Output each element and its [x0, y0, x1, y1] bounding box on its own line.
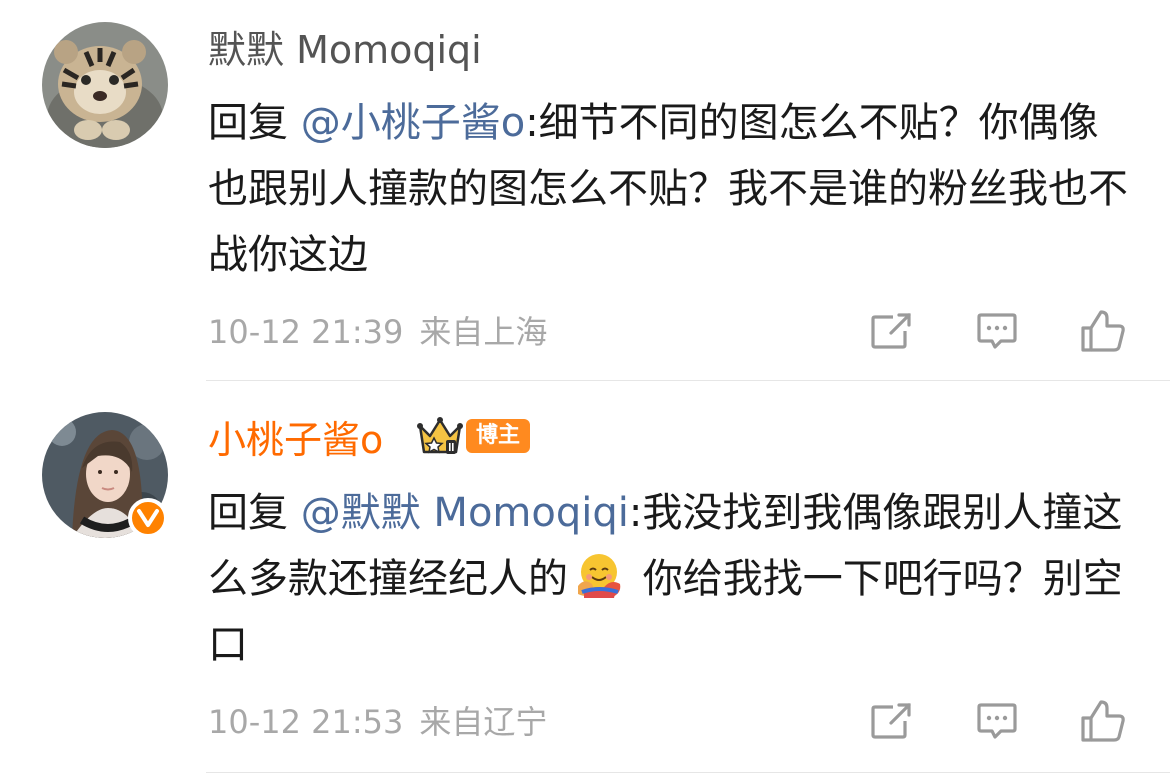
comment-button[interactable] — [968, 306, 1026, 356]
username[interactable]: 小桃子酱o — [208, 414, 383, 466]
like-button[interactable] — [1074, 696, 1132, 746]
comment-text: 回复 @小桃子酱o:细节不同的图怎么不贴？你偶像也跟别人撞款的图怎么不贴？我不是… — [208, 90, 1138, 288]
mention-link[interactable]: @默默 Momoqiqi — [301, 490, 629, 536]
location: 来自辽宁 — [419, 703, 548, 741]
share-icon — [871, 703, 911, 739]
comment-icon — [977, 703, 1017, 739]
location: 来自上海 — [419, 313, 548, 351]
thumbs-up-icon — [1081, 310, 1125, 352]
action-bar — [862, 306, 1132, 356]
comment-button[interactable] — [968, 696, 1026, 746]
comment-thread: 默默 Momoqiqi 回复 @小桃子酱o:细节不同的图怎么不贴？你偶像也跟别人… — [0, 0, 1170, 781]
mention-link[interactable]: @小桃子酱o — [301, 100, 525, 146]
timestamp: 10-12 21:53 — [208, 703, 404, 741]
reply-prefix: 回复 — [208, 100, 301, 146]
comment-icon — [977, 313, 1017, 349]
comment-meta: 10-12 21:53 来自辽宁 — [208, 702, 547, 742]
share-icon — [871, 313, 911, 349]
like-button[interactable] — [1074, 306, 1132, 356]
crown-icon — [417, 417, 463, 454]
timestamp: 10-12 21:39 — [208, 313, 404, 351]
avatar[interactable] — [42, 22, 168, 148]
divider — [206, 772, 1170, 773]
comment-text: 回复 @默默 Momoqiqi:我没找到我偶像跟别人撞这么多款还撞经纪人的 你给… — [208, 480, 1138, 678]
tiger-cub-avatar-icon — [42, 22, 168, 148]
blogger-badge: 博主 — [466, 419, 531, 453]
reply-prefix: 回复 — [208, 490, 301, 536]
share-button[interactable] — [862, 696, 920, 746]
divider — [206, 380, 1170, 381]
thumbs-up-icon — [1081, 700, 1125, 742]
username[interactable]: 默默 Momoqiqi — [208, 24, 482, 76]
verified-v-icon — [128, 498, 168, 538]
share-button[interactable] — [862, 306, 920, 356]
action-bar — [862, 696, 1132, 746]
user-badges: 博主 — [416, 414, 531, 458]
hugging-face-emoji-icon — [578, 554, 621, 598]
comment-meta: 10-12 21:39 来自上海 — [208, 312, 547, 352]
